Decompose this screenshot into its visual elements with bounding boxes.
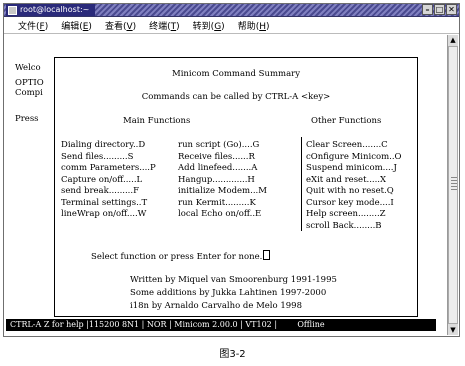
- function-entry: Receive files......R: [178, 151, 255, 162]
- terminal-line: Compi: [15, 88, 43, 98]
- grip-icon: [451, 177, 457, 191]
- function-entry: initialize Modem...M: [178, 186, 267, 196]
- function-entry: eXit and reset.....X: [306, 174, 387, 185]
- window-title-tab: root@localhost:~: [6, 4, 96, 16]
- other-functions-heading: Other Functions: [311, 116, 382, 126]
- function-entry: Clear Screen.......C: [306, 140, 388, 150]
- figure-caption: 图3-2: [219, 349, 246, 360]
- terminal-line: OPTIO: [15, 78, 44, 88]
- summary-title: Minicom Command Summary: [171, 69, 301, 79]
- function-entry: Quit with no reset.Q: [306, 186, 394, 196]
- function-entry: send break.........F: [61, 186, 139, 196]
- function-entry: Suspend minicom....J: [306, 163, 397, 173]
- terminal-line: Press: [15, 114, 39, 124]
- function-entry: Cursor key mode....I: [306, 197, 394, 208]
- menu-help[interactable]: 帮助(H): [238, 19, 270, 32]
- credit-line: Some additions by Jukka Lahtinen 1997-20…: [130, 288, 327, 298]
- minimize-button[interactable]: –: [422, 4, 433, 15]
- close-button[interactable]: ✕: [446, 4, 457, 15]
- function-entry: run Kermit.........K: [178, 197, 256, 208]
- maximize-button[interactable]: □: [434, 4, 445, 15]
- function-entry: comm Parameters....P: [61, 163, 156, 173]
- credit-line: i18n by Arnaldo Carvalho de Melo 1998: [130, 301, 302, 311]
- menu-terminal[interactable]: 终端(T): [149, 19, 180, 32]
- function-entry: lineWrap on/off....W: [61, 209, 147, 219]
- column-divider: [301, 137, 302, 231]
- scroll-down-arrow-icon[interactable]: ▼: [448, 325, 458, 335]
- function-entry: cOnfigure Minicom..O: [306, 151, 402, 162]
- text-cursor: [263, 250, 271, 260]
- function-entry: run script (Go)....G: [178, 140, 260, 150]
- menu-edit[interactable]: 编辑(E): [61, 19, 92, 32]
- function-entry: Add linefeed.......A: [178, 163, 258, 173]
- window-controls: – □ ✕: [422, 4, 457, 16]
- menu-goto[interactable]: 转到(G): [193, 19, 225, 32]
- main-functions-heading: Main Functions: [123, 116, 191, 126]
- title-bar[interactable]: root@localhost:~ – □ ✕: [4, 4, 459, 17]
- function-entry: Hangup.............H: [178, 174, 255, 185]
- window-title: root@localhost:~: [20, 5, 90, 14]
- function-entry: Help screen........Z: [306, 209, 386, 219]
- menu-separator: [4, 33, 459, 34]
- terminal-area[interactable]: Welco OPTIO Compi Press Minicom Command …: [13, 35, 440, 318]
- credit-line: Written by Miquel van Smoorenburg 1991-1…: [130, 275, 337, 285]
- function-entry: local Echo on/off..E: [178, 209, 262, 219]
- minicom-status-bar: CTRL-A Z for help |115200 8N1 | NOR | Mi…: [6, 319, 436, 331]
- terminal-line: Welco: [15, 63, 41, 73]
- menu-file[interactable]: 文件(F): [18, 19, 48, 32]
- terminal-window: root@localhost:~ – □ ✕ 文件(F) 编辑(E) 查看(V)…: [3, 3, 460, 337]
- select-prompt: Select function or press Enter for none.: [91, 250, 271, 262]
- function-entry: Capture on/off.....L: [61, 174, 143, 185]
- function-entry: scroll Back........B: [306, 220, 382, 231]
- command-summary-box: Minicom Command Summary Commands can be …: [54, 57, 418, 317]
- terminal-icon: [8, 5, 17, 15]
- menu-view[interactable]: 查看(V): [105, 19, 136, 32]
- function-entry: Send files.........S: [61, 151, 134, 162]
- function-entry: Dialing directory..D: [61, 140, 146, 150]
- scroll-up-arrow-icon[interactable]: ▲: [448, 35, 458, 45]
- called-by-text: Commands can be called by CTRL-A <key>: [141, 92, 331, 102]
- function-entry: Terminal settings..T: [61, 197, 148, 208]
- scroll-thumb[interactable]: [448, 46, 458, 324]
- menu-bar: 文件(F) 编辑(E) 查看(V) 终端(T) 转到(G) 帮助(H): [4, 17, 459, 33]
- vertical-scrollbar[interactable]: ▲ ▼: [447, 35, 458, 335]
